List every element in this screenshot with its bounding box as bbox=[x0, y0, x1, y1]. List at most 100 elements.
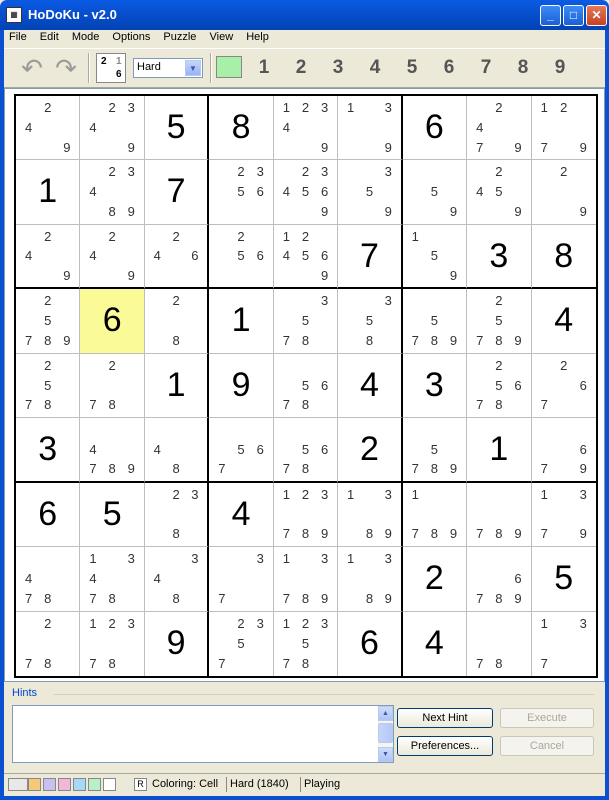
sudoku-cell-r9c3[interactable]: 9 bbox=[144, 611, 210, 676]
menu-help[interactable]: Help bbox=[241, 30, 274, 44]
sudoku-cell-r5c6[interactable]: 4 bbox=[338, 353, 403, 419]
scroll-thumb[interactable] bbox=[378, 723, 393, 743]
sudoku-cell-r8c6[interactable]: 1 3 89 bbox=[338, 547, 403, 612]
sudoku-cell-r6c3[interactable]: 48 bbox=[144, 418, 210, 483]
sudoku-cell-r7c4[interactable]: 4 bbox=[209, 482, 274, 548]
sudoku-cell-r6c5[interactable]: 56 78 bbox=[273, 418, 339, 483]
sudoku-cell-r8c3[interactable]: 3 48 bbox=[144, 547, 210, 612]
color-swatch[interactable] bbox=[43, 778, 56, 791]
sudoku-cell-r1c8[interactable]: 24 7 9 bbox=[467, 96, 532, 161]
close-button[interactable]: ✕ bbox=[586, 5, 607, 26]
color-toggle-button[interactable] bbox=[216, 56, 244, 80]
filter-digit-8[interactable]: 8 bbox=[508, 55, 538, 81]
sudoku-cell-r5c4[interactable]: 9 bbox=[209, 353, 274, 419]
sudoku-cell-r7c7[interactable]: 1789 bbox=[402, 482, 468, 548]
sudoku-cell-r9c1[interactable]: 2 78 bbox=[16, 611, 81, 676]
sudoku-cell-r3c6[interactable]: 7 bbox=[338, 224, 403, 290]
sudoku-cell-r6c4[interactable]: 56 7 bbox=[209, 418, 274, 483]
sudoku-cell-r1c7[interactable]: 6 bbox=[402, 96, 468, 161]
sudoku-cell-r7c6[interactable]: 1 3 89 bbox=[338, 482, 403, 548]
scroll-up-icon[interactable]: ▲ bbox=[378, 706, 393, 721]
sudoku-cell-r2c3[interactable]: 7 bbox=[144, 160, 210, 225]
sudoku-cell-r4c5[interactable]: 3578 bbox=[273, 289, 339, 354]
sudoku-cell-r1c3[interactable]: 5 bbox=[144, 96, 210, 161]
sudoku-cell-r6c1[interactable]: 3 bbox=[16, 418, 81, 483]
undo-arrow-icon[interactable]: ↶ bbox=[16, 55, 48, 81]
menu-view[interactable]: View bbox=[205, 30, 239, 44]
sudoku-cell-r7c5[interactable]: 123 789 bbox=[273, 482, 339, 548]
sudoku-cell-r7c8[interactable]: 789 bbox=[467, 482, 532, 548]
menu-mode[interactable]: Mode bbox=[67, 30, 105, 44]
sudoku-cell-r3c8[interactable]: 3 bbox=[467, 224, 532, 290]
sudoku-cell-r3c2[interactable]: 24 9 bbox=[80, 224, 145, 290]
sudoku-cell-r8c4[interactable]: 37 bbox=[209, 547, 274, 612]
sudoku-cell-r2c2[interactable]: 23 489 bbox=[80, 160, 145, 225]
sudoku-cell-r6c6[interactable]: 2 bbox=[338, 418, 403, 483]
color-swatch[interactable] bbox=[28, 778, 41, 791]
sudoku-cell-r6c2[interactable]: 4 789 bbox=[80, 418, 145, 483]
sudoku-cell-r6c9[interactable]: 6 7 9 bbox=[531, 418, 596, 483]
sudoku-cell-r1c6[interactable]: 1 3 9 bbox=[338, 96, 403, 161]
filter-digit-3[interactable]: 3 bbox=[323, 55, 353, 81]
sudoku-cell-r8c1[interactable]: 4 78 bbox=[16, 547, 81, 612]
sudoku-cell-r5c5[interactable]: 56 78 bbox=[273, 353, 339, 419]
sudoku-cell-r5c2[interactable]: 2 78 bbox=[80, 353, 145, 419]
sudoku-cell-r9c4[interactable]: 2357 bbox=[209, 611, 274, 676]
sudoku-cell-r3c9[interactable]: 8 bbox=[531, 224, 596, 290]
sudoku-cell-r7c3[interactable]: 23 8 bbox=[144, 482, 210, 548]
sudoku-cell-r3c4[interactable]: 2 56 bbox=[209, 224, 274, 290]
sudoku-cell-r9c5[interactable]: 123578 bbox=[273, 611, 339, 676]
sudoku-cell-r7c1[interactable]: 6 bbox=[16, 482, 81, 548]
minimize-button[interactable]: _ bbox=[540, 5, 561, 26]
sudoku-cell-r1c4[interactable]: 8 bbox=[209, 96, 274, 161]
color-reset-button[interactable]: R bbox=[134, 778, 147, 791]
sudoku-cell-r2c4[interactable]: 2356 bbox=[209, 160, 274, 225]
sudoku-cell-r2c5[interactable]: 23 456 9 bbox=[273, 160, 339, 225]
color-swatch[interactable] bbox=[88, 778, 101, 791]
sudoku-cell-r9c9[interactable]: 1 3 7 bbox=[531, 611, 596, 676]
sudoku-cell-r1c5[interactable]: 123 4 9 bbox=[273, 96, 339, 161]
menu-options[interactable]: Options bbox=[107, 30, 155, 44]
filter-digit-4[interactable]: 4 bbox=[360, 55, 390, 81]
sudoku-cell-r5c1[interactable]: 2 578 bbox=[16, 353, 81, 419]
preferences-button[interactable]: Preferences... bbox=[397, 736, 493, 756]
filter-digit-7[interactable]: 7 bbox=[471, 55, 501, 81]
sudoku-cell-r9c2[interactable]: 123 78 bbox=[80, 611, 145, 676]
sudoku-cell-r3c3[interactable]: 24 6 bbox=[144, 224, 210, 290]
sudoku-cell-r9c7[interactable]: 4 bbox=[402, 611, 468, 676]
filter-digit-9[interactable]: 9 bbox=[545, 55, 575, 81]
sudoku-cell-r2c9[interactable]: 29 bbox=[531, 160, 596, 225]
title-bar[interactable]: ▦ HoDoKu - v2.0 _ □ ✕ bbox=[0, 0, 609, 30]
sudoku-cell-r8c2[interactable]: 1 3 4 78 bbox=[80, 547, 145, 612]
hints-textarea[interactable]: ▲ ▼ bbox=[12, 705, 394, 763]
sudoku-cell-r2c1[interactable]: 1 bbox=[16, 160, 81, 225]
sudoku-cell-r5c9[interactable]: 26 7 bbox=[531, 353, 596, 419]
color-swatch[interactable] bbox=[73, 778, 86, 791]
menu-puzzle[interactable]: Puzzle bbox=[158, 30, 201, 44]
sudoku-cell-r8c8[interactable]: 6 789 bbox=[467, 547, 532, 612]
sudoku-cell-r2c7[interactable]: 59 bbox=[402, 160, 468, 225]
sudoku-cell-r2c8[interactable]: 2459 bbox=[467, 160, 532, 225]
sudoku-cell-r7c2[interactable]: 5 bbox=[80, 482, 145, 548]
filter-digit-2[interactable]: 2 bbox=[286, 55, 316, 81]
sudoku-cell-r9c8[interactable]: 78 bbox=[467, 611, 532, 676]
menu-edit[interactable]: Edit bbox=[35, 30, 64, 44]
sudoku-cell-r1c9[interactable]: 12 7 9 bbox=[531, 96, 596, 161]
color-swatch[interactable] bbox=[58, 778, 71, 791]
filter-digit-1[interactable]: 1 bbox=[249, 55, 279, 81]
maximize-button[interactable]: □ bbox=[563, 5, 584, 26]
sudoku-cell-r6c7[interactable]: 5789 bbox=[402, 418, 468, 483]
sudoku-cell-r4c3[interactable]: 28 bbox=[144, 289, 210, 354]
sudoku-cell-r4c1[interactable]: 2 5789 bbox=[16, 289, 81, 354]
sudoku-cell-r3c5[interactable]: 12456 9 bbox=[273, 224, 339, 290]
color-swatch[interactable] bbox=[103, 778, 116, 791]
cancel-button[interactable]: Cancel bbox=[500, 736, 594, 756]
filter-digit-6[interactable]: 6 bbox=[434, 55, 464, 81]
chevron-down-icon[interactable]: ▼ bbox=[185, 60, 201, 76]
sudoku-cell-r4c6[interactable]: 35 8 bbox=[338, 289, 403, 354]
menu-file[interactable]: File bbox=[4, 30, 32, 44]
candidate-mode-icon[interactable]: 2 1 6 bbox=[96, 53, 126, 83]
redo-arrow-icon[interactable]: ↷ bbox=[50, 55, 82, 81]
sudoku-cell-r8c9[interactable]: 5 bbox=[531, 547, 596, 612]
sudoku-cell-r1c2[interactable]: 23 4 9 bbox=[80, 96, 145, 161]
